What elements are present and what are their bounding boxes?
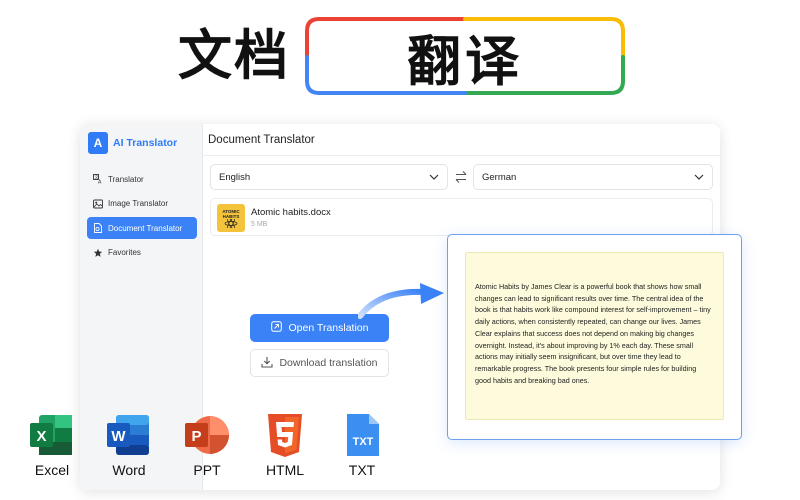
file-size: 5 MB xyxy=(251,221,268,228)
file-name: Atomic habits.docx xyxy=(251,207,331,218)
translation-preview-text: Atomic Habits by James Clear is a powerf… xyxy=(475,282,711,385)
banner-title-right: 翻译 xyxy=(407,29,523,93)
banner-title-frame: 翻译 xyxy=(305,17,625,95)
format-label: Excel xyxy=(34,462,70,478)
uploaded-file-card[interactable]: ATOMIC HABITS Atomic habits.docx 5 MB xyxy=(210,198,713,236)
page-title: Document Translator xyxy=(208,134,315,146)
swap-languages-icon[interactable] xyxy=(454,170,468,184)
format-txt: TXT TXT xyxy=(332,412,392,478)
format-ppt: P PPT xyxy=(177,412,237,478)
source-language-select[interactable]: English xyxy=(210,164,448,190)
download-translation-button[interactable]: Download translation xyxy=(250,349,389,377)
sidebar-item-label: Translator xyxy=(108,174,144,184)
html5-icon xyxy=(262,412,308,458)
star-icon xyxy=(93,248,103,258)
svg-text:X: X xyxy=(36,428,46,445)
format-label: Word xyxy=(112,462,146,478)
download-icon xyxy=(261,356,274,371)
header-divider xyxy=(203,155,720,156)
app-name: AI Translator xyxy=(113,137,178,149)
app-logo[interactable]: A AI Translator xyxy=(88,132,177,154)
target-language-select[interactable]: German xyxy=(473,164,713,190)
excel-icon: X xyxy=(29,412,75,458)
document-icon xyxy=(93,223,103,233)
open-translation-label: Open Translation xyxy=(288,322,369,334)
svg-text:W: W xyxy=(111,428,126,445)
translate-icon: 文A xyxy=(93,174,103,184)
target-language-value: German xyxy=(482,171,517,183)
format-html: HTML xyxy=(255,412,315,478)
sidebar-item-translator[interactable]: 文A Translator xyxy=(87,168,197,190)
format-word: W Word xyxy=(99,412,159,478)
book-cover-thumbnail: ATOMIC HABITS xyxy=(217,204,245,232)
sidebar-item-favorites[interactable]: Favorites xyxy=(87,242,197,264)
format-label: HTML xyxy=(265,462,305,478)
download-translation-label: Download translation xyxy=(279,357,378,369)
svg-text:A: A xyxy=(98,180,102,185)
sidebar-item-image-translator[interactable]: Image Translator xyxy=(87,193,197,215)
svg-text:TXT: TXT xyxy=(353,436,374,448)
curved-arrow-icon xyxy=(358,283,444,319)
open-external-icon xyxy=(270,321,282,335)
chevron-down-icon xyxy=(429,172,439,183)
image-icon xyxy=(93,199,103,209)
word-icon: W xyxy=(106,412,152,458)
txt-file-icon: TXT xyxy=(339,412,385,458)
powerpoint-icon: P xyxy=(184,412,230,458)
format-label: PPT xyxy=(193,462,221,478)
sidebar-item-label: Favorites xyxy=(108,248,141,257)
sidebar-item-document-translator[interactable]: Document Translator xyxy=(87,217,197,239)
svg-text:P: P xyxy=(191,428,201,445)
format-excel: X Excel xyxy=(22,412,82,478)
translation-preview-panel: Atomic Habits by James Clear is a powerf… xyxy=(447,234,742,440)
sidebar-item-label: Image Translator xyxy=(108,199,169,208)
chevron-down-icon xyxy=(694,172,704,183)
format-label: TXT xyxy=(348,462,376,478)
banner-title-left: 文档 xyxy=(178,24,290,87)
atom-icon xyxy=(224,218,238,228)
translation-preview-page: Atomic Habits by James Clear is a powerf… xyxy=(465,252,724,420)
source-language-value: English xyxy=(219,171,251,183)
sidebar-nav: 文A Translator Image Translator Document … xyxy=(87,168,197,266)
sidebar-item-label: Document Translator xyxy=(108,223,183,233)
translator-logo-icon: A xyxy=(88,132,108,154)
